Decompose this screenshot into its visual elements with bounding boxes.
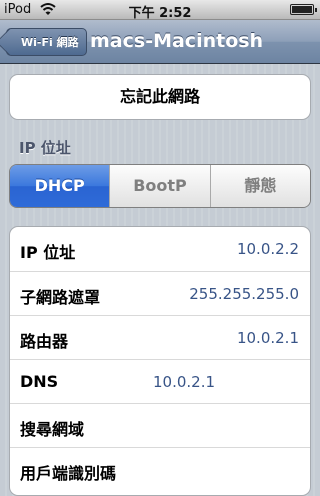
ip-mode-segmented-control: DHCP BootP 靜態 [9,164,311,208]
segment-static[interactable]: 靜態 [209,165,310,207]
segment-dhcp[interactable]: DHCP [10,165,110,207]
battery-level [292,6,312,13]
row-search-domains[interactable]: 搜尋網域 [10,403,310,447]
navigation-bar: Wi-Fi 網路 macs-Macintosh [0,20,320,64]
battery-icon [290,4,317,15]
page-title: macs-Macintosh [90,30,264,52]
back-button[interactable]: Wi-Fi 網路 [0,27,87,57]
row-dns[interactable]: DNS 10.0.2.1 [10,359,310,403]
row-value: 10.0.2.1 [236,329,299,347]
row-label: 用戶端識別碼 [20,464,117,483]
forget-network-label: 忘記此網路 [119,87,200,106]
clock: 下午 2:52 [128,6,192,21]
row-router: 路由器 10.0.2.1 [10,315,310,359]
row-label: DNS [20,372,59,391]
row-label: 路由器 [20,332,69,351]
row-value: 10.0.2.2 [236,240,299,258]
network-details-table: IP 位址 10.0.2.2 子網路遮罩 255.255.255.0 路由器 1… [9,226,311,496]
row-label: 子網路遮罩 [20,288,101,307]
section-title-ip-address: IP 位址 [19,139,71,157]
forget-network-button[interactable]: 忘記此網路 [9,74,311,120]
row-label: IP 位址 [20,243,76,262]
row-ip-address: IP 位址 10.0.2.2 [10,227,310,271]
status-bar: iPod 下午 2:52 [0,0,320,21]
row-value: 255.255.255.0 [189,285,299,303]
row-subnet-mask: 子網路遮罩 255.255.255.0 [10,271,310,315]
segment-bootp[interactable]: BootP [109,165,210,207]
row-label: 搜尋網域 [20,420,85,439]
dns-field[interactable]: 10.0.2.1 [153,373,215,391]
back-button-label: Wi-Fi 網路 [21,36,79,49]
row-client-id[interactable]: 用戶端識別碼 [10,447,310,491]
